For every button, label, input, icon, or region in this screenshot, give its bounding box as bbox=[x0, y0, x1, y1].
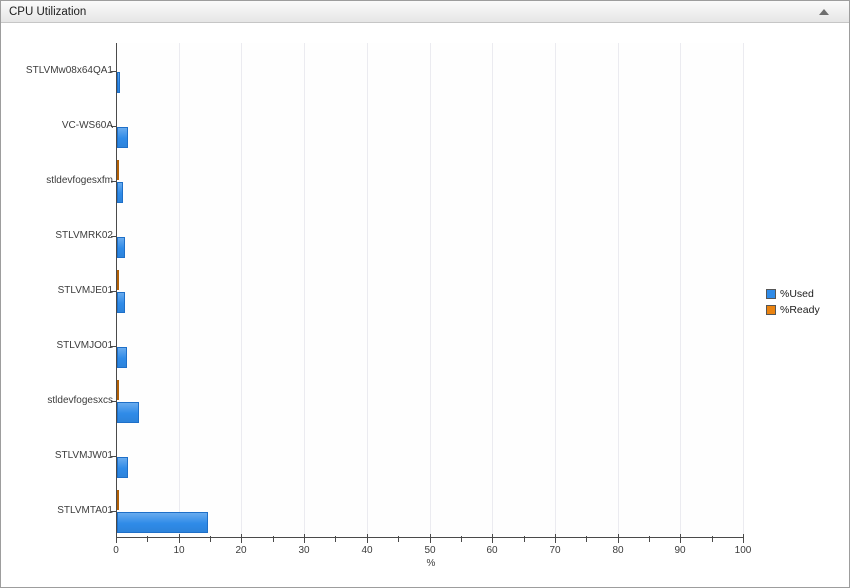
bar-used[interactable] bbox=[117, 347, 128, 368]
bar-used[interactable] bbox=[117, 72, 121, 93]
x-axis-tick-label: 80 bbox=[612, 545, 624, 556]
gridline bbox=[555, 43, 556, 537]
gridline bbox=[304, 43, 305, 537]
bar-ready[interactable] bbox=[117, 270, 119, 290]
cpu-utilization-panel: CPU Utilization STLVMw08x64QA1 VC-WS60A st… bbox=[0, 0, 850, 588]
x-axis-major-tick bbox=[680, 534, 681, 543]
legend-swatch-icon bbox=[766, 289, 776, 299]
panel-title: CPU Utilization bbox=[9, 5, 87, 18]
x-axis-minor-tick bbox=[210, 536, 211, 542]
x-axis-major-tick bbox=[241, 534, 242, 543]
gridline bbox=[618, 43, 619, 537]
x-axis-minor-tick bbox=[649, 536, 650, 542]
y-axis-category-label: STLVMJE01 bbox=[57, 285, 113, 296]
x-axis-major-tick bbox=[367, 534, 368, 543]
bar-used[interactable] bbox=[117, 182, 124, 203]
x-axis-major-tick bbox=[116, 534, 117, 543]
x-axis-minor-tick bbox=[398, 536, 399, 542]
x-axis-major-tick bbox=[430, 534, 431, 543]
bar-used[interactable] bbox=[117, 402, 139, 423]
x-axis-tick-label: 70 bbox=[549, 545, 561, 556]
legend-label: %Used bbox=[780, 288, 814, 300]
gridline bbox=[743, 43, 744, 537]
x-axis-major-tick bbox=[555, 534, 556, 543]
gridline bbox=[179, 43, 180, 537]
x-axis-minor-tick bbox=[524, 536, 525, 542]
bar-used[interactable] bbox=[117, 512, 208, 533]
bar-used[interactable] bbox=[117, 457, 129, 478]
y-axis-category-label: VC-WS60A bbox=[61, 120, 113, 131]
x-axis-tick-label: 50 bbox=[424, 545, 436, 556]
y-axis-category-label: STLVMTA01 bbox=[57, 505, 113, 516]
x-axis-tick-label: 20 bbox=[235, 545, 247, 556]
y-axis-category-label: STLVMJW01 bbox=[54, 450, 113, 461]
y-axis-category-label: STLVMRK02 bbox=[55, 230, 113, 241]
bar-used[interactable] bbox=[117, 292, 126, 313]
bar-used[interactable] bbox=[117, 237, 126, 258]
x-axis-tick-label: 30 bbox=[298, 545, 310, 556]
y-axis-category-label: stldevfogesxfm bbox=[46, 175, 113, 186]
bar-ready[interactable] bbox=[117, 160, 119, 180]
gridline bbox=[430, 43, 431, 537]
x-axis-minor-tick bbox=[586, 536, 587, 542]
legend-item: %Used bbox=[766, 288, 820, 300]
gridline bbox=[367, 43, 368, 537]
x-axis-major-tick bbox=[304, 534, 305, 543]
x-axis-minor-tick bbox=[712, 536, 713, 542]
x-axis-tick-label: 60 bbox=[486, 545, 498, 556]
collapse-up-icon bbox=[819, 9, 829, 15]
x-axis-minor-tick bbox=[335, 536, 336, 542]
plot-area bbox=[116, 43, 744, 538]
x-axis-major-tick bbox=[179, 534, 180, 543]
panel-header: CPU Utilization bbox=[1, 1, 849, 23]
x-axis-major-tick bbox=[618, 534, 619, 543]
x-axis-minor-tick bbox=[461, 536, 462, 542]
legend-swatch-icon bbox=[766, 305, 776, 315]
chart-area: STLVMw08x64QA1 VC-WS60A stldevfogesxfm STLV… bbox=[1, 24, 849, 587]
collapse-button[interactable] bbox=[817, 5, 831, 19]
x-axis-tick-label: 90 bbox=[674, 545, 686, 556]
legend-label: %Ready bbox=[780, 304, 820, 316]
bar-ready[interactable] bbox=[117, 380, 119, 400]
y-axis-category-label: STLVMJO01 bbox=[56, 340, 114, 351]
y-axis-category-label: STLVMw08x64QA1 bbox=[25, 65, 113, 76]
chart-legend: %Used %Ready bbox=[766, 288, 820, 320]
bar-ready[interactable] bbox=[117, 490, 119, 510]
x-axis-tick-label: 10 bbox=[173, 545, 185, 556]
y-axis-category-label: stldevfogesxcs bbox=[47, 395, 113, 406]
x-axis-minor-tick bbox=[273, 536, 274, 542]
x-axis-minor-tick bbox=[147, 536, 148, 542]
x-axis-unit-label: % bbox=[426, 558, 436, 569]
bar-used[interactable] bbox=[117, 127, 128, 148]
x-axis-major-tick bbox=[492, 534, 493, 543]
gridline bbox=[680, 43, 681, 537]
x-axis-tick-label: 100 bbox=[734, 545, 752, 556]
legend-item: %Ready bbox=[766, 304, 820, 316]
x-axis-tick-label: 40 bbox=[361, 545, 373, 556]
x-axis-tick-label: 0 bbox=[113, 545, 119, 556]
gridline bbox=[241, 43, 242, 537]
x-axis-major-tick bbox=[743, 534, 744, 543]
gridline bbox=[492, 43, 493, 537]
